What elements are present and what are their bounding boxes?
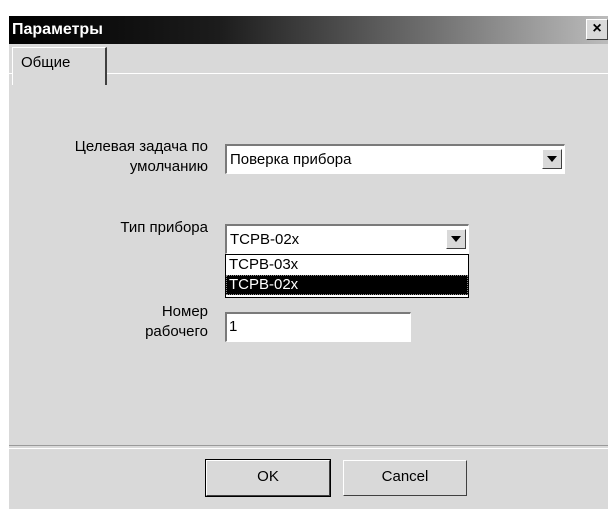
worker-number-input[interactable] [229, 318, 399, 335]
target-task-value: Поверка прибора [230, 151, 352, 168]
device-type-dropdown-list: ТСРВ-03х ТСРВ-02х [225, 254, 469, 298]
dropdown-option[interactable]: ТСРВ-03х [226, 255, 468, 275]
worker-number-label-line1: Номер [161, 303, 208, 320]
device-type-dropdown-button[interactable] [446, 229, 466, 249]
close-icon: × [592, 20, 602, 37]
close-button[interactable]: × [586, 19, 608, 40]
tab-general[interactable]: Общие [12, 47, 107, 85]
worker-number-label: Номер рабочего [23, 302, 208, 342]
chevron-down-icon [451, 236, 461, 242]
dialog-title: Параметры [12, 21, 103, 38]
bottom-divider [9, 445, 608, 449]
worker-number-label-line2: рабочего [145, 323, 208, 340]
chevron-down-icon [547, 156, 557, 162]
title-bar[interactable]: Параметры × [9, 16, 608, 44]
target-task-label-line2: умолчанию [129, 158, 208, 175]
device-type-label: Тип прибора [120, 219, 208, 236]
parameters-dialog: Параметры × Общие Целевая задача по умол… [8, 16, 608, 509]
dropdown-option-selected[interactable]: ТСРВ-02х [226, 275, 468, 295]
target-task-label-line1: Целевая задача по [74, 138, 208, 155]
target-task-select[interactable]: Поверка прибора [225, 144, 565, 174]
device-type-value: ТСРВ-02х [230, 231, 300, 248]
target-task-label: Целевая задача по умолчанию [23, 137, 208, 177]
worker-number-field[interactable] [225, 312, 411, 342]
ok-button[interactable]: OK [205, 459, 331, 497]
device-type-select[interactable]: ТСРВ-02х [225, 224, 469, 254]
tab-general-label: Общие [21, 54, 71, 71]
cancel-button[interactable]: Cancel [343, 460, 467, 496]
target-task-dropdown-button[interactable] [542, 149, 562, 169]
